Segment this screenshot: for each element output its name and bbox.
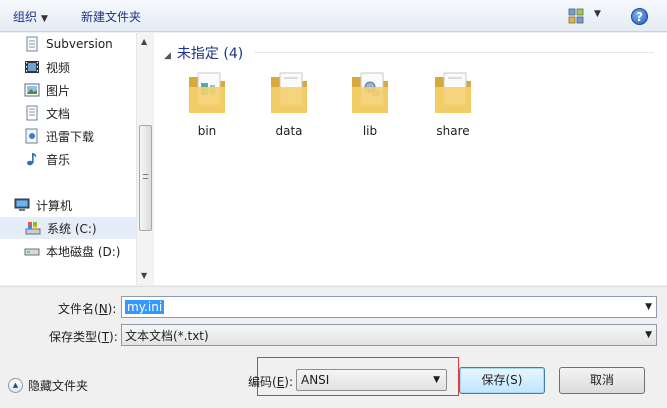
folder-item-lib[interactable]: lib (340, 69, 400, 138)
chevron-down-icon: ▼ (41, 14, 48, 24)
folder-item-data[interactable]: data (259, 69, 319, 138)
organize-menu-button[interactable]: 组织 ▼ (13, 8, 48, 25)
organize-label: 组织 (13, 10, 38, 24)
folder-icon (271, 72, 307, 113)
encoding-label: 编码(E): (248, 375, 294, 389)
nav-item-label: 图片 (46, 83, 71, 98)
grip-icon (143, 174, 148, 179)
filename-input[interactable]: my.ini ▼ (121, 296, 657, 318)
nav-item-music[interactable]: 音乐 (24, 148, 70, 170)
nav-item-label: 音乐 (46, 152, 71, 167)
nav-item-subversion[interactable]: Subversion (24, 33, 113, 55)
nav-item-label: 迅雷下载 (46, 129, 95, 144)
folder-name: data (275, 124, 303, 138)
chevron-up-icon: ▲ (8, 378, 23, 393)
views-dropdown-icon[interactable]: ▼ (594, 9, 601, 19)
nav-item-system-drive-c[interactable]: 系统 (C:) (0, 217, 136, 239)
filetype-select[interactable]: 文本文档(*.txt) ▼ (121, 324, 657, 346)
folder-name: share (436, 124, 470, 138)
chevron-down-icon[interactable]: ▼ (645, 330, 652, 340)
group-divider (254, 52, 654, 53)
chevron-down-icon[interactable]: ▼ (433, 375, 440, 385)
pictures-icon (24, 83, 40, 97)
nav-item-label: 计算机 (36, 198, 73, 213)
nav-item-computer[interactable]: 计算机 (14, 194, 72, 216)
nav-item-label: 本地磁盘 (D:) (46, 244, 121, 259)
nav-item-label: Subversion (46, 37, 113, 51)
file-list-pane: ◢ 未指定 (4) bin data lib share (154, 33, 667, 285)
download-folder-icon (25, 128, 38, 144)
nav-item-label: 文档 (46, 106, 71, 121)
nav-item-video[interactable]: 视频 (24, 56, 70, 78)
group-header[interactable]: ◢ 未指定 (4) (164, 43, 243, 63)
help-icon[interactable]: ? (631, 8, 648, 25)
group-header-label: 未指定 (4) (176, 46, 244, 62)
music-icon (27, 153, 37, 166)
filename-label: 文件名(N): (58, 302, 117, 316)
computer-icon (14, 198, 30, 211)
chevron-down-icon[interactable]: ▼ (645, 302, 652, 312)
filetype-label: 保存类型(T): (49, 330, 118, 344)
encoding-value: ANSI (301, 373, 330, 387)
nav-item-pictures[interactable]: 图片 (24, 79, 70, 101)
filename-value: my.ini (125, 300, 165, 314)
nav-item-label: 系统 (C:) (47, 221, 97, 236)
cancel-button[interactable]: 取消 (559, 367, 645, 394)
folder-icon (352, 72, 388, 113)
views-icon[interactable] (568, 8, 584, 24)
save-button[interactable]: 保存(S) (459, 367, 545, 394)
documents-icon (26, 105, 38, 121)
collapse-icon: ◢ (164, 51, 171, 61)
scroll-up-icon[interactable]: ▲ (141, 37, 147, 46)
folder-name: lib (362, 124, 378, 138)
encoding-select[interactable]: ANSI ▼ (296, 369, 447, 391)
local-drive-icon (24, 248, 40, 256)
nav-item-documents[interactable]: 文档 (24, 102, 70, 124)
hide-folders-toggle[interactable]: ▲ 隐藏文件夹 (8, 377, 88, 394)
new-folder-button[interactable]: 新建文件夹 (81, 8, 141, 25)
folder-icon (435, 72, 471, 113)
navigation-pane: Subversion 视频 图片 文档 迅雷下载 音乐 计算机 系统 (C:) … (0, 33, 153, 285)
subversion-icon (26, 36, 38, 52)
scroll-down-icon[interactable]: ▼ (141, 271, 147, 280)
toolbar: 组织 ▼ 新建文件夹 ▼ ? (0, 0, 667, 32)
folder-item-share[interactable]: share (423, 69, 483, 138)
nav-scrollbar[interactable]: ▲ ▼ (136, 33, 153, 285)
video-icon (25, 61, 39, 73)
scrollbar-thumb[interactable] (139, 125, 152, 231)
folder-name: bin (197, 124, 217, 138)
nav-item-xunlei-download[interactable]: 迅雷下载 (24, 125, 94, 147)
folder-item-bin[interactable]: bin (177, 69, 237, 138)
nav-item-local-disk-d[interactable]: 本地磁盘 (D:) (24, 240, 120, 262)
system-drive-icon (25, 222, 41, 235)
folder-icon (189, 72, 225, 113)
hide-folders-label: 隐藏文件夹 (28, 379, 89, 393)
nav-item-label: 视频 (46, 60, 71, 75)
filetype-value: 文本文档(*.txt) (125, 328, 209, 343)
